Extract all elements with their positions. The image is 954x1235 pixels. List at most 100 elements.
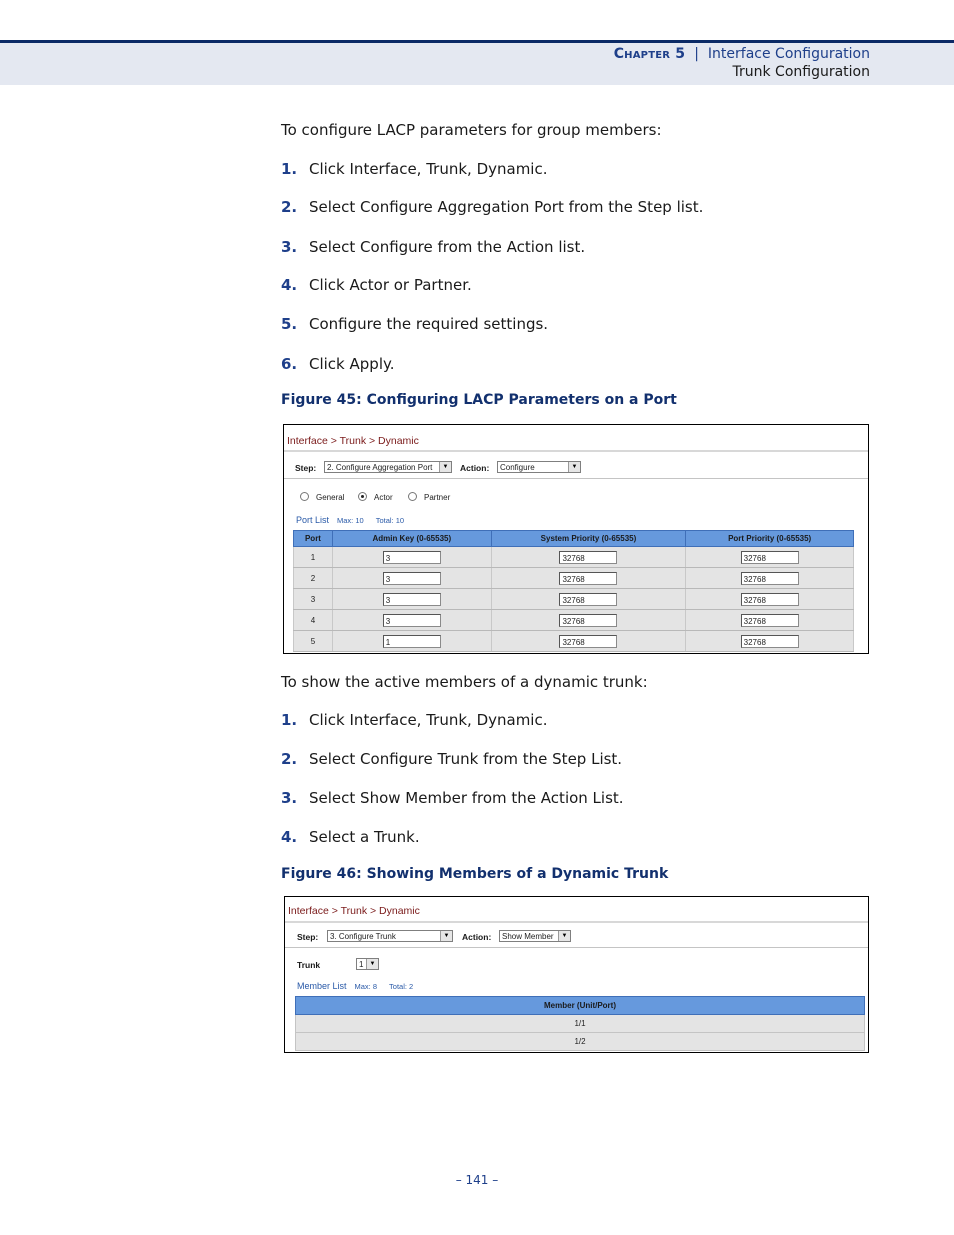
step-item: 2. Select Configure Aggregation Port from… [281, 198, 703, 216]
port-priority-input[interactable]: 32768 [740, 550, 799, 564]
system-priority-cell: 32768 [490, 609, 687, 631]
breadcrumb: Interface > Trunk > Dynamic [288, 905, 420, 917]
step-item: 3. Select Configure from the Action list. [281, 238, 585, 256]
step-label: Step: [295, 463, 317, 473]
action-label: Action: [462, 932, 492, 942]
figure-45-screenshot: Interface > Trunk > Dynamic Step: 2. Con… [283, 424, 869, 654]
step-number: 6. [281, 355, 298, 373]
step-number: 1. [281, 711, 298, 729]
system-priority-input[interactable]: 32768 [559, 550, 618, 564]
header-separator: | [694, 46, 699, 62]
step-item: 6. Click Apply. [281, 355, 395, 373]
step-number: 4. [281, 276, 298, 294]
admin-key-cell: 3 [331, 567, 492, 589]
radio-label: Actor [374, 493, 393, 502]
action-select[interactable]: Configure ▼ [497, 461, 581, 473]
step-label: Step: [297, 932, 319, 942]
step-text: Select Configure Trunk from the Step Lis… [309, 750, 623, 768]
radio-icon [300, 492, 309, 501]
system-priority-input[interactable]: 32768 [559, 571, 618, 585]
chapter-label: Chapter 5 [614, 46, 686, 62]
step-item: 2. Select Configure Trunk from the Step L… [281, 750, 622, 768]
admin-key-cell: 3 [331, 546, 492, 568]
port-priority-input[interactable]: 32768 [740, 613, 799, 627]
chevron-down-icon: ▼ [558, 931, 570, 941]
chevron-down-icon: ▼ [439, 462, 451, 472]
step-number: 5. [281, 315, 298, 333]
chapter-word: Chapter [613, 46, 671, 62]
list-title: Port List [296, 515, 330, 525]
breadcrumb: Interface > Trunk > Dynamic [287, 435, 419, 447]
step-text: Click Actor or Partner. [309, 276, 472, 294]
system-priority-cell: 32768 [490, 567, 687, 589]
admin-key-input[interactable]: 3 [382, 550, 441, 564]
step-number: 3. [281, 238, 298, 256]
step-text: Select Configure Aggregation Port from t… [309, 198, 704, 216]
port-table: Port Admin Key (0-65535) System Priority… [293, 530, 854, 652]
port-cell: 3 [293, 588, 333, 610]
radio-label: Partner [424, 493, 451, 502]
page-number: – 141 – [455, 1173, 499, 1187]
action-select-value: Configure [500, 463, 535, 472]
admin-key-input[interactable]: 3 [382, 571, 441, 585]
chevron-down-icon: ▼ [440, 931, 452, 941]
radio-partner[interactable]: Partner [408, 492, 450, 502]
system-priority-input[interactable]: 32768 [559, 592, 618, 606]
port-cell: 4 [293, 609, 333, 631]
column-header-admin-key: Admin Key (0-65535) [331, 530, 492, 547]
chevron-down-icon: ▼ [568, 462, 580, 472]
divider [284, 450, 868, 452]
radio-label: General [316, 493, 345, 502]
system-priority-input[interactable]: 32768 [559, 634, 618, 648]
step-select[interactable]: 3. Configure Trunk ▼ [327, 930, 453, 942]
divider [284, 478, 868, 479]
intro-paragraph-2: To show the active members of a dynamic … [281, 673, 648, 691]
step-item: 4. Click Actor or Partner. [281, 276, 472, 294]
port-priority-cell: 32768 [685, 630, 854, 652]
admin-key-input[interactable]: 1 [382, 634, 441, 648]
table-row: 1/1 [295, 1014, 865, 1033]
step-text: Select Show Member from the Action List. [309, 789, 624, 807]
step-text: Click Apply. [309, 355, 395, 373]
admin-key-cell: 3 [331, 588, 492, 610]
system-priority-input[interactable]: 32768 [559, 613, 618, 627]
chapter-heading: Chapter 5 | Interface Configuration [614, 46, 870, 62]
table-row: 3 3 32768 32768 [293, 588, 854, 610]
step-text: Click Interface, Trunk, Dynamic. [309, 160, 548, 178]
table-row: 4 3 32768 32768 [293, 609, 854, 631]
trunk-select[interactable]: 1 ▼ [356, 958, 379, 970]
step-select-value: 2. Configure Aggregation Port [327, 463, 433, 472]
port-priority-cell: 32768 [685, 567, 854, 589]
table-row: 1 3 32768 32768 [293, 546, 854, 568]
divider [285, 947, 868, 948]
column-header-system-priority: System Priority (0-65535) [490, 530, 687, 547]
trunk-label: Trunk [297, 960, 321, 970]
chevron-down-icon: ▼ [366, 959, 378, 969]
admin-key-input[interactable]: 3 [382, 592, 441, 606]
step-select-value: 3. Configure Trunk [330, 932, 396, 941]
step-select[interactable]: 2. Configure Aggregation Port ▼ [324, 461, 452, 473]
list-title: Member List [297, 981, 347, 991]
step-text: Click Interface, Trunk, Dynamic. [309, 711, 548, 729]
port-priority-input[interactable]: 32768 [740, 592, 799, 606]
column-header-port-priority: Port Priority (0-65535) [685, 530, 854, 547]
radio-general[interactable]: General [300, 492, 344, 502]
divider [285, 921, 868, 923]
port-priority-input[interactable]: 32768 [740, 634, 799, 648]
list-total: Total: 10 [375, 516, 405, 525]
admin-key-cell: 3 [331, 609, 492, 631]
port-priority-input[interactable]: 32768 [740, 571, 799, 585]
step-item: 5. Configure the required settings. [281, 315, 548, 333]
step-number: 1. [281, 160, 298, 178]
table-row: 1/2 [295, 1032, 865, 1051]
system-priority-cell: 32768 [490, 630, 687, 652]
radio-actor[interactable]: Actor [358, 492, 393, 502]
chapter-number: 5 [675, 46, 686, 62]
step-number: 2. [281, 750, 298, 768]
step-number: 4. [281, 828, 298, 846]
list-max: Max: 8 [354, 982, 378, 991]
admin-key-input[interactable]: 3 [382, 613, 441, 627]
action-label: Action: [460, 463, 490, 473]
action-select[interactable]: Show Member ▼ [499, 930, 571, 942]
action-select-value: Show Member [502, 932, 554, 941]
